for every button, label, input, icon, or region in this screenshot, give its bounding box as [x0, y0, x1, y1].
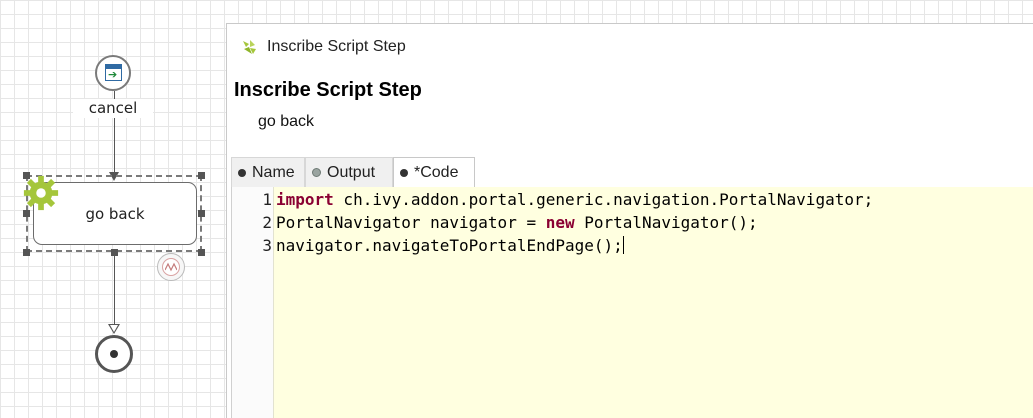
tab-name[interactable]: Name: [231, 157, 305, 187]
code-editor[interactable]: 1 2 3 import ch.ivy.addon.portal.generic…: [231, 187, 1033, 418]
window-title: Inscribe Script Step: [267, 38, 406, 55]
tab-bar: Name Output *Code: [231, 153, 1033, 188]
tab-output[interactable]: Output: [305, 157, 393, 187]
code-line[interactable]: import ch.ivy.addon.portal.generic.navig…: [276, 188, 873, 211]
window-title-bar[interactable]: Inscribe Script Step: [227, 24, 1033, 68]
resize-handle[interactable]: [198, 210, 205, 217]
line-number-gutter: 1 2 3: [232, 187, 274, 418]
text-caret: [622, 236, 624, 254]
tab-label: *Code: [414, 164, 459, 181]
end-event[interactable]: [95, 335, 133, 373]
start-event-cancel[interactable]: ➔: [95, 55, 131, 91]
resize-handle[interactable]: [111, 249, 118, 256]
sequence-flow[interactable]: [114, 252, 115, 325]
inscribe-dialog: Inscribe Script Step Inscribe Script Ste…: [226, 23, 1033, 418]
code-keyword: import: [276, 190, 334, 209]
dialog-header-title: Inscribe Script Step: [234, 79, 422, 101]
zigzag-icon: [165, 262, 177, 272]
code-text: PortalNavigator navigator =: [276, 213, 546, 232]
gear-icon: [23, 175, 59, 211]
ivy-app-icon: [243, 40, 256, 54]
code-keyword: new: [545, 213, 575, 232]
flow-arrow: [108, 324, 120, 334]
start-event-label: cancel: [73, 99, 153, 118]
code-line[interactable]: PortalNavigator navigator = new PortalNa…: [276, 211, 758, 234]
code-text: navigator.navigateToPortalEndPage();: [276, 236, 623, 255]
tab-status-dot-icon: [238, 168, 246, 177]
screen-arrow-icon: ➔: [105, 64, 122, 81]
line-number: 3: [262, 236, 272, 255]
code-text: ch.ivy.addon.portal.generic.navigation.P…: [333, 190, 874, 209]
line-number: 1: [262, 190, 272, 209]
dialog-header-subtitle: go back: [258, 113, 315, 130]
end-event-icon: [110, 350, 118, 358]
tab-code[interactable]: *Code: [393, 157, 475, 188]
script-task-label: go back: [85, 204, 145, 223]
resize-handle[interactable]: [198, 172, 205, 179]
tab-status-dot-icon: [312, 168, 321, 177]
resize-handle[interactable]: [198, 249, 205, 256]
tab-label: Output: [327, 163, 376, 181]
tab-status-dot-icon: [400, 169, 408, 177]
code-text: PortalNavigator();: [574, 213, 758, 232]
tab-label: Name: [252, 163, 295, 181]
resize-handle[interactable]: [23, 249, 30, 256]
timer-icon[interactable]: [157, 253, 185, 281]
line-number: 2: [262, 213, 272, 232]
code-line[interactable]: navigator.navigateToPortalEndPage();: [276, 234, 624, 257]
